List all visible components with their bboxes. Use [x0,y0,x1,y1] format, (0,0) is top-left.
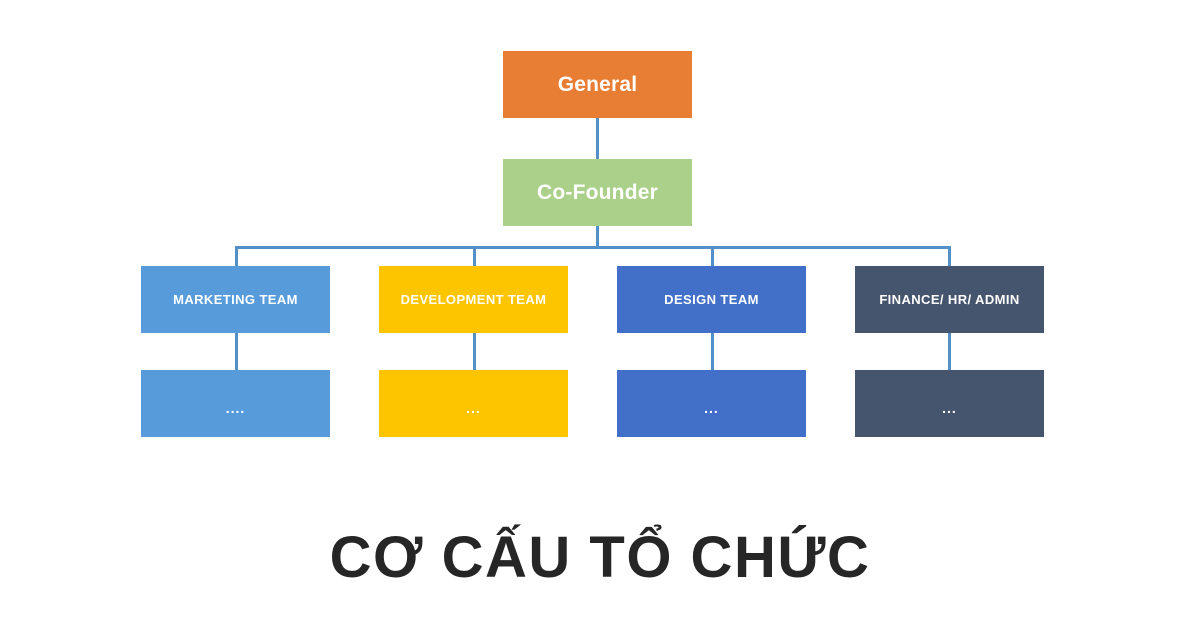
org-node-finance-hr-admin-label: FINANCE/ HR/ ADMIN [879,292,1020,307]
connector-cofounder-stem [596,226,599,247]
org-node-finance-sub-label: ... [942,399,957,416]
org-node-marketing-sub[interactable]: .... [141,370,330,437]
org-node-marketing-team-label: MARKETING TEAM [173,292,298,307]
org-node-design-team[interactable]: DESIGN TEAM [617,266,806,333]
connector-marketing-to-sub [235,333,238,370]
connector-horizontal-bus [236,246,950,249]
connector-drop-marketing [235,246,238,266]
connector-finance-to-sub [948,333,951,370]
connector-development-to-sub [473,333,476,370]
org-node-marketing-sub-label: .... [225,399,246,416]
connector-drop-development [473,246,476,266]
chart-title: CƠ CẤU TỔ CHỨC [329,525,871,590]
org-chart: General Co-Founder MARKETING TEAM DEVELO… [0,0,1200,628]
org-node-design-sub[interactable]: ... [617,370,806,437]
org-node-finance-hr-admin[interactable]: FINANCE/ HR/ ADMIN [855,266,1044,333]
org-node-development-sub-label: ... [466,399,481,416]
org-node-marketing-team[interactable]: MARKETING TEAM [141,266,330,333]
org-node-design-sub-label: ... [704,399,719,416]
org-node-development-sub[interactable]: ... [379,370,568,437]
org-node-design-team-label: DESIGN TEAM [664,292,759,307]
org-node-development-team-label: DEVELOPMENT TEAM [400,292,547,307]
org-node-cofounder-label: Co-Founder [537,180,658,204]
org-node-development-team[interactable]: DEVELOPMENT TEAM [379,266,568,333]
org-node-cofounder[interactable]: Co-Founder [503,159,692,226]
connector-general-to-cofounder [596,118,599,159]
org-node-general-label: General [557,72,638,96]
org-node-finance-sub[interactable]: ... [855,370,1044,437]
connector-drop-design [711,246,714,266]
connector-drop-finance [948,246,951,266]
org-node-general[interactable]: General [503,51,692,118]
connector-design-to-sub [711,333,714,370]
